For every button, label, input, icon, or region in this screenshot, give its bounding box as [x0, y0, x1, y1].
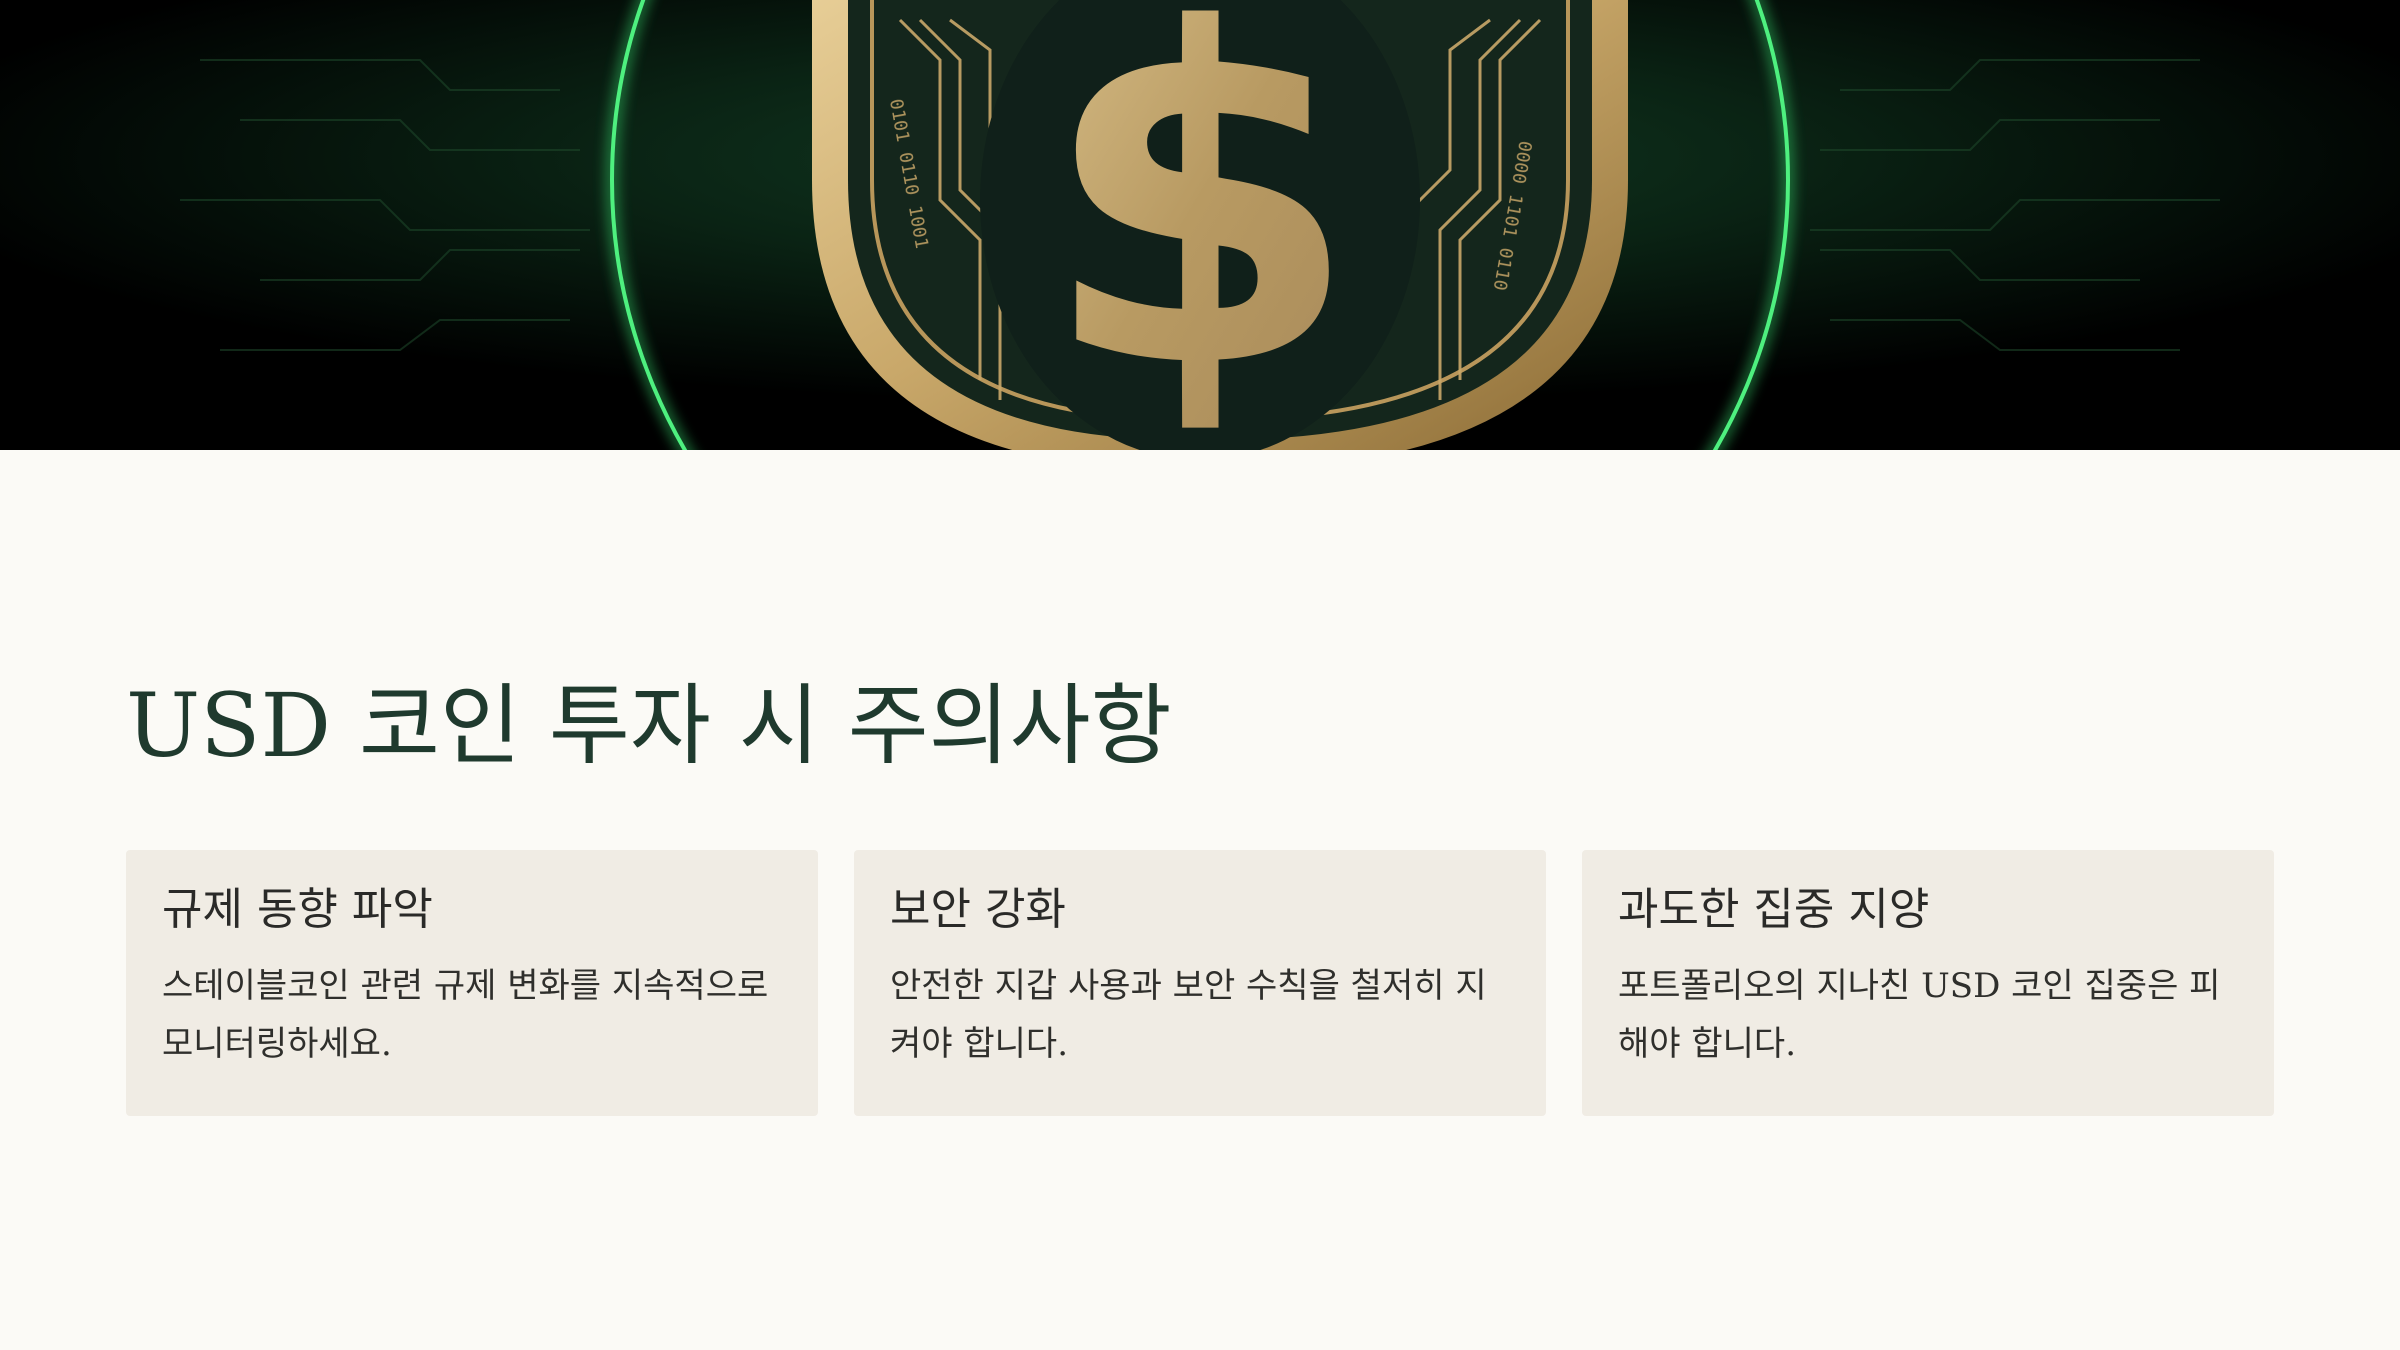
- card-title: 과도한 집중 지양: [1618, 884, 1930, 935]
- page-title: USD 코인 투자 시 주의사항: [126, 674, 1172, 777]
- tips-card-row: 규제 동향 파악 스테이블코인 관련 규제 변화를 지속적으로 모니터링하세요.…: [126, 850, 2274, 1116]
- card-body: 스테이블코인 관련 규제 변화를 지속적으로 모니터링하세요.: [162, 965, 769, 1064]
- card-security: 보안 강화 안전한 지갑 사용과 보안 수칙을 철저히 지켜야 합니다.: [854, 850, 1546, 1116]
- card-body: 안전한 지갑 사용과 보안 수칙을 철저히 지켜야 합니다.: [890, 965, 1487, 1064]
- card-title: 보안 강화: [890, 884, 1066, 935]
- card-body: 포트폴리오의 지나친 USD 코인 집중은 피해야 합니다.: [1618, 965, 2221, 1064]
- card-title: 규제 동향 파악: [162, 884, 433, 935]
- shield-dollar-illustration: 0101 0110 1001 0000 1101 0110 $: [0, 0, 2400, 450]
- hero-banner: 0101 0110 1001 0000 1101 0110 $: [0, 0, 2400, 450]
- card-concentration: 과도한 집중 지양 포트폴리오의 지나친 USD 코인 집중은 피해야 합니다.: [1582, 850, 2274, 1116]
- svg-text:$: $: [1040, 0, 1360, 450]
- card-regulation: 규제 동향 파악 스테이블코인 관련 규제 변화를 지속적으로 모니터링하세요.: [126, 850, 818, 1116]
